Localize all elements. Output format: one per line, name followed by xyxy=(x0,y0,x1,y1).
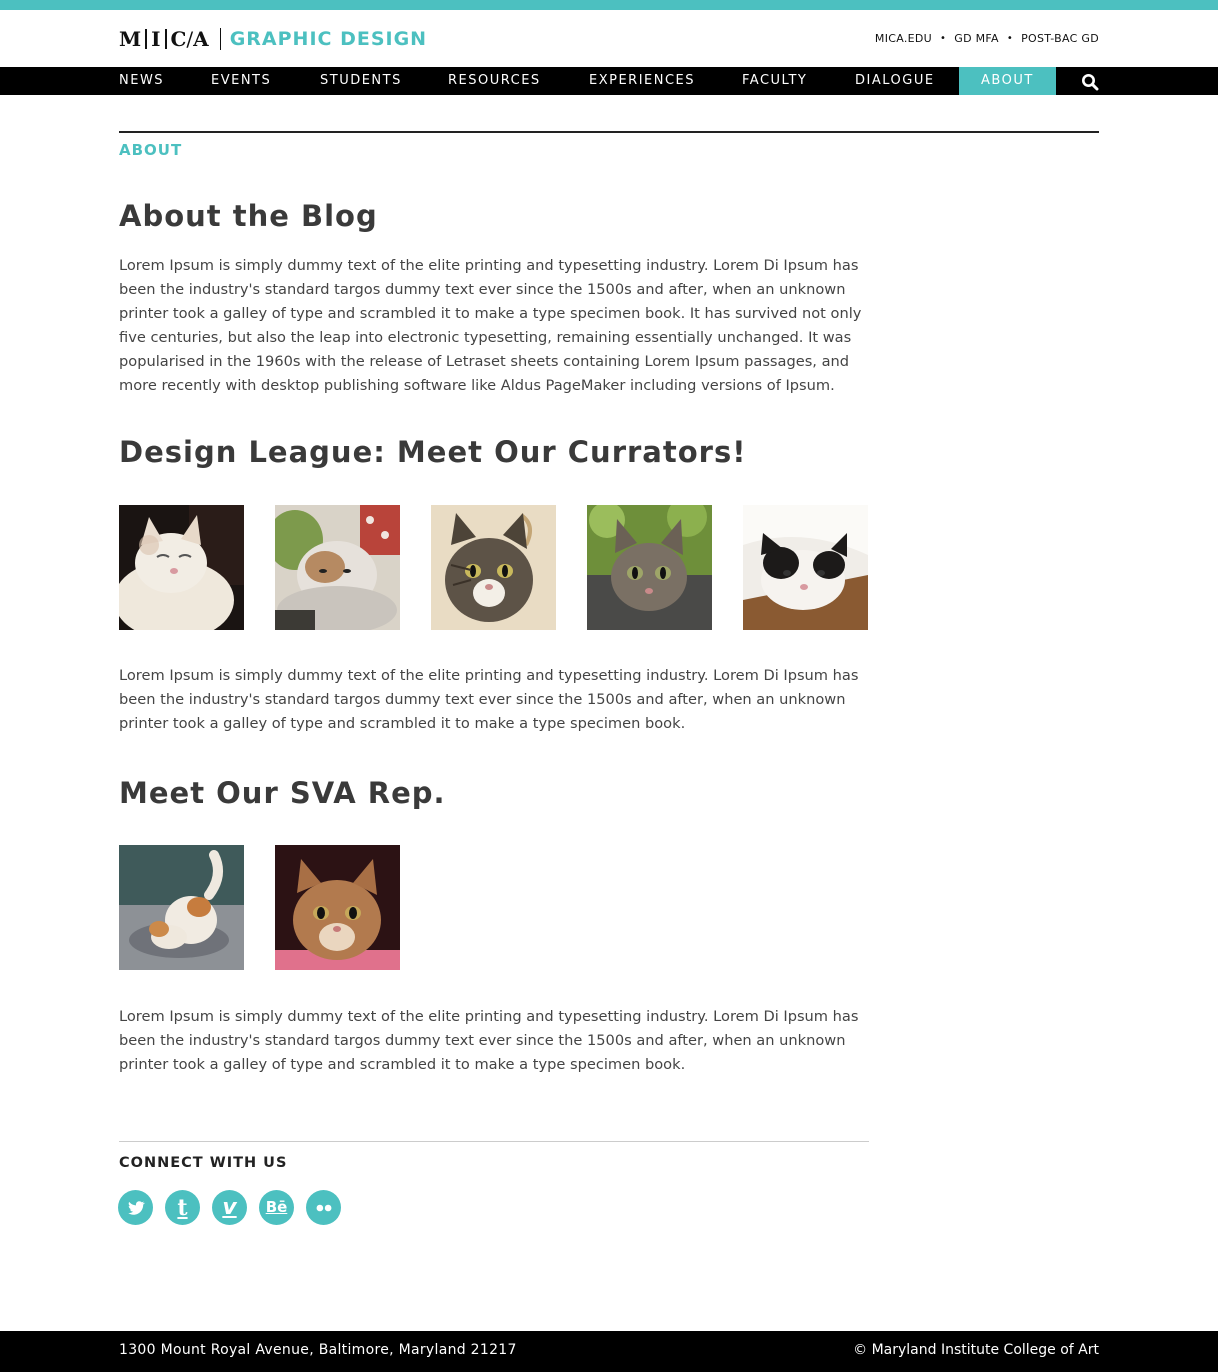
twitter-icon[interactable] xyxy=(118,1190,153,1225)
nav-item-resources[interactable]: RESOURCES xyxy=(448,67,541,95)
section-text-about-blog: Lorem Ipsum is simply dummy text of the … xyxy=(119,257,862,394)
section-heading-curators: Design League: Meet Our Currators! xyxy=(119,435,747,469)
bullet-separator: • xyxy=(1006,33,1014,44)
cat-photo-2 xyxy=(275,505,400,630)
connect-title: CONNECT WITH US xyxy=(119,1155,288,1171)
top-accent-bar xyxy=(0,0,1218,10)
logo-bar xyxy=(145,29,148,49)
cat-photo-5 xyxy=(743,505,868,630)
cat-photo-6 xyxy=(119,845,244,970)
logo-bar xyxy=(164,29,167,49)
logo-letter-i: I xyxy=(151,27,161,51)
curator-photo[interactable] xyxy=(275,505,400,630)
cat-photo-4 xyxy=(587,505,712,630)
search-icon[interactable] xyxy=(1081,73,1099,91)
curator-photo[interactable] xyxy=(743,505,868,630)
site-header: M I C / A GRAPHIC DESIGN MICA.EDU • GD M… xyxy=(119,10,1099,67)
util-link-gd-mfa[interactable]: GD MFA xyxy=(954,32,999,45)
site-title[interactable]: GRAPHIC DESIGN xyxy=(230,28,427,50)
curator-photo[interactable] xyxy=(119,505,244,630)
vimeo-icon[interactable]: v xyxy=(212,1190,247,1225)
logo-divider xyxy=(219,28,221,50)
footer-address: 1300 Mount Royal Avenue, Baltimore, Mary… xyxy=(119,1342,517,1358)
logo-letter-c: C xyxy=(170,27,187,51)
site-footer: 1300 Mount Royal Avenue, Baltimore, Mary… xyxy=(0,1331,1218,1372)
main-nav: NEWS EVENTS STUDENTS RESOURCES EXPERIENC… xyxy=(0,67,1218,95)
section-heading-about-blog: About the Blog xyxy=(119,199,378,233)
connect-divider xyxy=(119,1141,869,1142)
section-text-sva-rep: Lorem Ipsum is simply dummy text of the … xyxy=(119,1008,859,1073)
curator-photo[interactable] xyxy=(587,505,712,630)
section-heading-sva-rep: Meet Our SVA Rep. xyxy=(119,776,446,810)
mica-logo[interactable]: M I C / A xyxy=(119,29,209,49)
section-text-curators: Lorem Ipsum is simply dummy text of the … xyxy=(119,667,859,732)
nav-item-faculty[interactable]: FACULTY xyxy=(742,67,807,95)
nav-item-dialogue[interactable]: DIALOGUE xyxy=(855,67,935,95)
site-logo[interactable]: M I C / A GRAPHIC DESIGN xyxy=(119,28,427,50)
util-link-post-bac-gd[interactable]: POST-BAC GD xyxy=(1021,32,1099,45)
flickr-icon[interactable] xyxy=(306,1190,341,1225)
curator-photo[interactable] xyxy=(431,505,556,630)
vimeo-glyph: v xyxy=(222,1194,237,1220)
logo-letter-a: A xyxy=(193,27,209,51)
utility-nav: MICA.EDU • GD MFA • POST-BAC GD xyxy=(875,32,1099,45)
cat-photo-1 xyxy=(119,505,244,630)
cat-photo-3 xyxy=(431,505,556,630)
behance-glyph: Bē xyxy=(265,1198,288,1216)
bullet-separator: • xyxy=(940,33,947,44)
nav-item-about[interactable]: ABOUT xyxy=(959,67,1056,95)
tumblr-glyph: t xyxy=(177,1194,188,1221)
nav-item-events[interactable]: EVENTS xyxy=(211,67,271,95)
util-link-mica-edu[interactable]: MICA.EDU xyxy=(875,32,932,45)
breadcrumb: ABOUT xyxy=(119,141,183,159)
behance-icon[interactable]: Bē xyxy=(259,1190,294,1225)
nav-item-students[interactable]: STUDENTS xyxy=(320,67,402,95)
cat-photo-7 xyxy=(275,845,400,970)
nav-item-experiences[interactable]: EXPERIENCES xyxy=(589,67,695,95)
rep-photo[interactable] xyxy=(275,845,400,970)
nav-item-news[interactable]: NEWS xyxy=(119,67,164,95)
tumblr-icon[interactable]: t xyxy=(165,1190,200,1225)
breadcrumb-rule xyxy=(119,131,1099,133)
footer-copyright: © Maryland Institute College of Art xyxy=(853,1342,1099,1358)
rep-photo[interactable] xyxy=(119,845,244,970)
logo-letter-m: M xyxy=(119,27,142,51)
